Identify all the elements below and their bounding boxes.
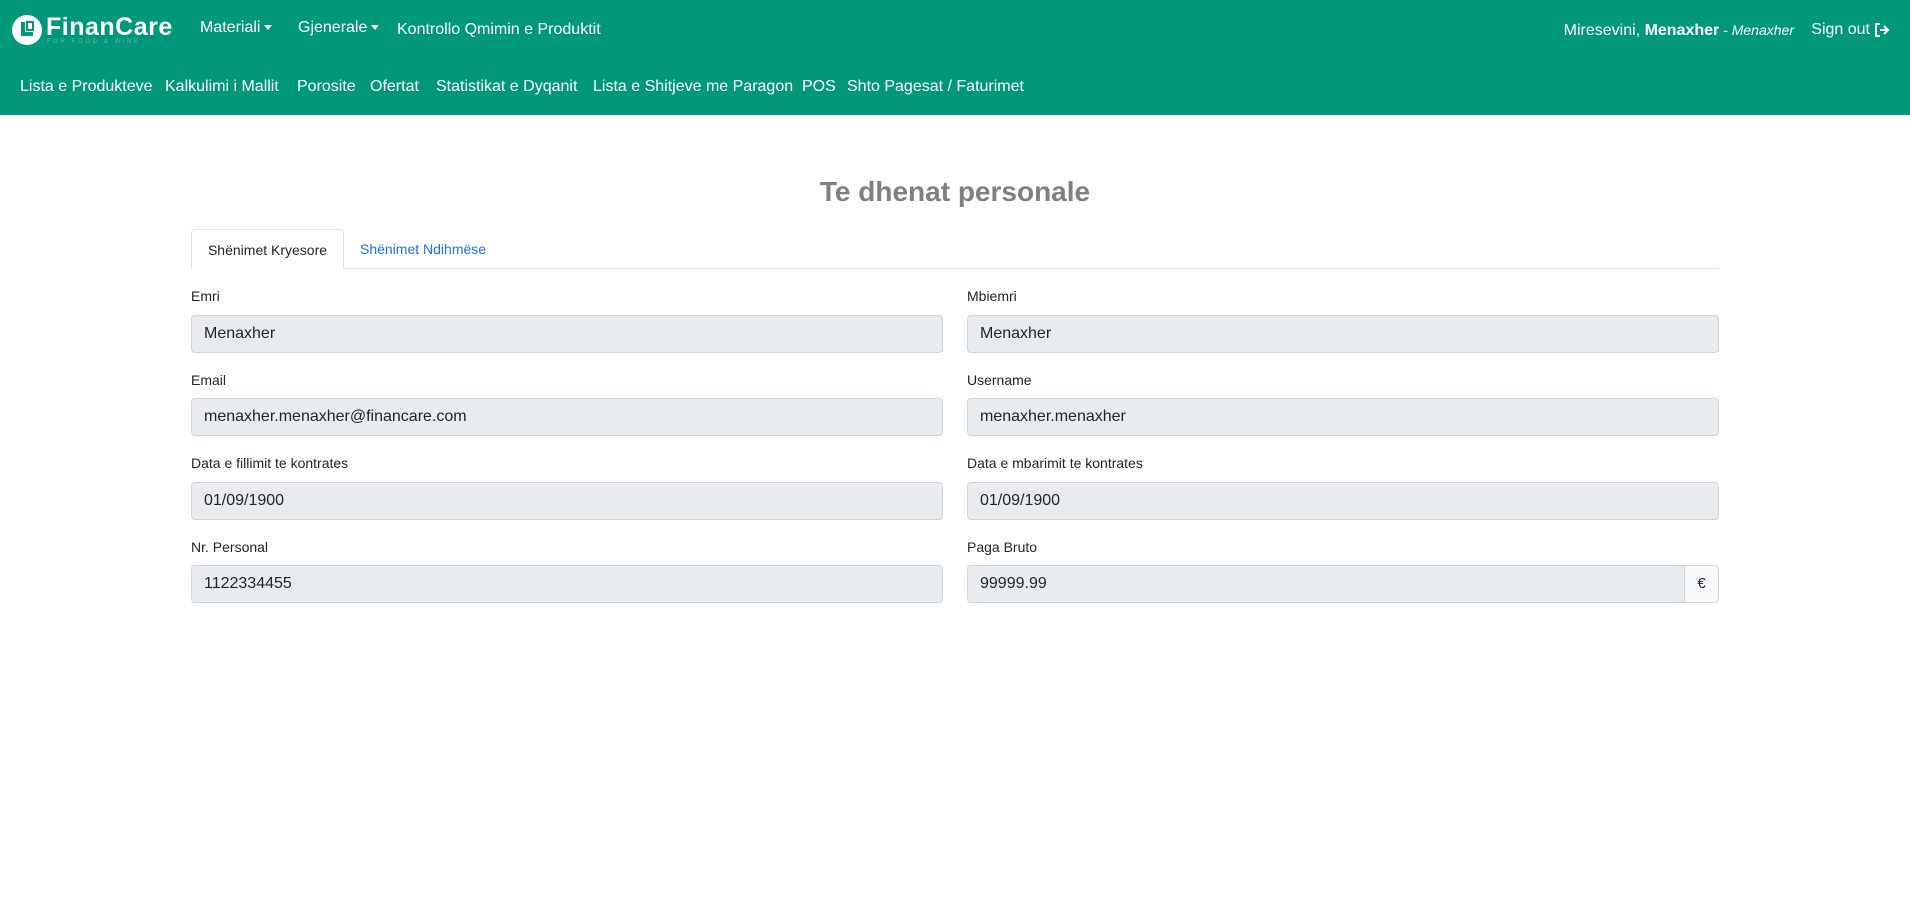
email-field[interactable]: menaxher.menaxher@financare.com [191,398,943,436]
navbar-top-row: FinanCare FOR FOOD & WINE Materiali Gjen… [0,0,1910,58]
greeting-username: Menaxher [1644,22,1720,39]
nr-personal-label: Nr. Personal [191,539,269,555]
email-label: Email [191,372,227,388]
sign-out-label: Sign out [1811,21,1870,38]
paga-bruto-field[interactable]: 99999.99 [967,565,1685,603]
caret-down-icon [371,24,380,30]
nav-ofertat[interactable]: Ofertat [370,77,419,97]
navbar: FinanCare FOR FOOD & WINE Materiali Gjen… [0,0,1910,115]
nav-lista-produkteve[interactable]: Lista e Produkteve [20,77,153,97]
nav-shto-pagesat[interactable]: Shto Pagesat / Faturimet [847,77,1024,97]
sign-out-link[interactable]: Sign out [1811,20,1890,40]
data-fillimit-field[interactable]: 01/09/1900 [191,482,943,520]
caret-down-icon [264,24,273,30]
brand[interactable]: FinanCare FOR FOOD & WINE [12,14,173,46]
navbar-secondary-row: Lista e Produkteve Kalkulimi i Mallit Po… [0,58,1910,115]
tab-shenimet-kryesore[interactable]: Shënimet Kryesore [191,229,344,270]
nav-materiali-dropdown[interactable]: Materiali [200,18,273,38]
nav-kontrollo-label: Kontrollo Qmimin e Produktit [397,21,601,38]
greeting-prefix: Miresevini, [1563,22,1645,39]
nav-porosite[interactable]: Porosite [297,77,356,97]
nav-kontrollo-qmimin[interactable]: Kontrollo Qmimin e Produktit [397,20,601,40]
data-fillimit-label: Data e fillimit te kontrates [191,455,349,471]
brand-text: FinanCare FOR FOOD & WINE [46,14,173,46]
tab-shenimet-ndihmese[interactable]: Shënimet Ndihmëse [344,229,502,269]
emri-label: Emri [191,288,220,304]
greeting-role: Menaxher [1731,22,1794,38]
nav-lista-shitjeve-paragon[interactable]: Lista e Shitjeve me Paragon [593,77,793,97]
username-field[interactable]: menaxher.menaxher [967,398,1719,436]
currency-addon: € [1684,565,1719,603]
mbiemri-label: Mbiemri [967,288,1017,304]
data-mbarimit-field[interactable]: 01/09/1900 [967,482,1719,520]
paga-bruto-label: Paga Bruto [967,539,1038,555]
brand-name: FinanCare [46,13,173,41]
page-title: Te dhenat personale [819,176,1091,207]
nav-gjenerale-dropdown[interactable]: Gjenerale [298,18,380,38]
nr-personal-field[interactable]: 1122334455 [191,565,943,603]
brand-tagline: FOR FOOD & WINE [47,39,141,45]
financare-logo-icon [12,15,42,45]
nav-gjenerale-label: Gjenerale [298,19,368,36]
sign-out-icon [1875,23,1890,37]
greeting-separator: - [1719,22,1732,38]
user-greeting: Miresevini, Menaxher - Menaxher [1564,20,1794,41]
mbiemri-field[interactable]: Menaxher [967,315,1719,353]
nav-kalkulimi-mallit[interactable]: Kalkulimi i Mallit [165,77,279,97]
nav-materiali-label: Materiali [200,19,261,36]
tabs: Shënimet Kryesore Shënimet Ndihmëse [191,229,1719,270]
username-label: Username [967,372,1032,388]
data-mbarimit-label: Data e mbarimit te kontrates [967,455,1143,471]
nav-statistikat-dyqanit[interactable]: Statistikat e Dyqanit [436,77,577,97]
nav-pos[interactable]: POS [802,77,836,97]
emri-field[interactable]: Menaxher [191,315,943,353]
